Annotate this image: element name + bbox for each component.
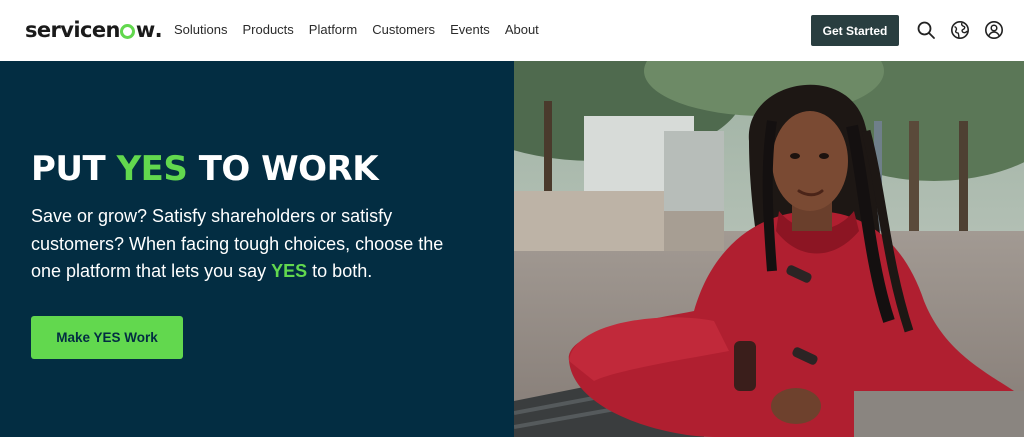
hero-photo <box>514 61 1024 437</box>
hero-body-line1: Save or grow? Satisfy shareholders or sa… <box>31 206 393 226</box>
hero-title-part2: TO WORK <box>187 149 379 189</box>
nav-item-solutions[interactable]: Solutions <box>174 22 227 37</box>
hero-title-part1: PUT <box>31 149 117 189</box>
hero-title: PUT YES TO WORK <box>31 149 379 189</box>
hero-title-highlight: YES <box>116 149 188 189</box>
servicenow-logo[interactable]: servicen w. <box>25 16 163 44</box>
hero-description: Save or grow? Satisfy shareholders or sa… <box>31 203 491 286</box>
logo-text-prefix: servicen <box>25 18 120 42</box>
hero-body-line3-pre: one platform that lets you say <box>31 261 272 281</box>
nav-item-customers[interactable]: Customers <box>372 22 435 37</box>
nav-item-about[interactable]: About <box>505 22 539 37</box>
logo-text-suffix: w <box>135 18 155 42</box>
search-icon[interactable] <box>916 20 936 40</box>
logo-o-mark <box>120 23 136 39</box>
hero-body-line3-post: to both. <box>307 261 373 281</box>
main-nav: Solutions Products Platform Customers Ev… <box>174 22 554 37</box>
logo-dot: . <box>154 18 163 42</box>
nav-item-products[interactable]: Products <box>242 22 293 37</box>
user-account-icon[interactable] <box>984 20 1004 40</box>
get-started-button[interactable]: Get Started <box>811 15 899 46</box>
site-header: servicen w. Solutions Products Platform C… <box>0 0 1024 61</box>
nav-item-events[interactable]: Events <box>450 22 490 37</box>
hero-body-highlight: YES <box>271 261 308 281</box>
woman-on-bench-illustration <box>514 61 1024 437</box>
hero-body-line2: customers? When facing tough choices, ch… <box>31 233 444 254</box>
hero-panel: PUT YES TO WORK Save or grow? Satisfy sh… <box>0 61 514 437</box>
nav-item-platform[interactable]: Platform <box>309 22 357 37</box>
make-yes-work-button[interactable]: Make YES Work <box>31 316 183 359</box>
globe-icon[interactable] <box>950 20 970 40</box>
